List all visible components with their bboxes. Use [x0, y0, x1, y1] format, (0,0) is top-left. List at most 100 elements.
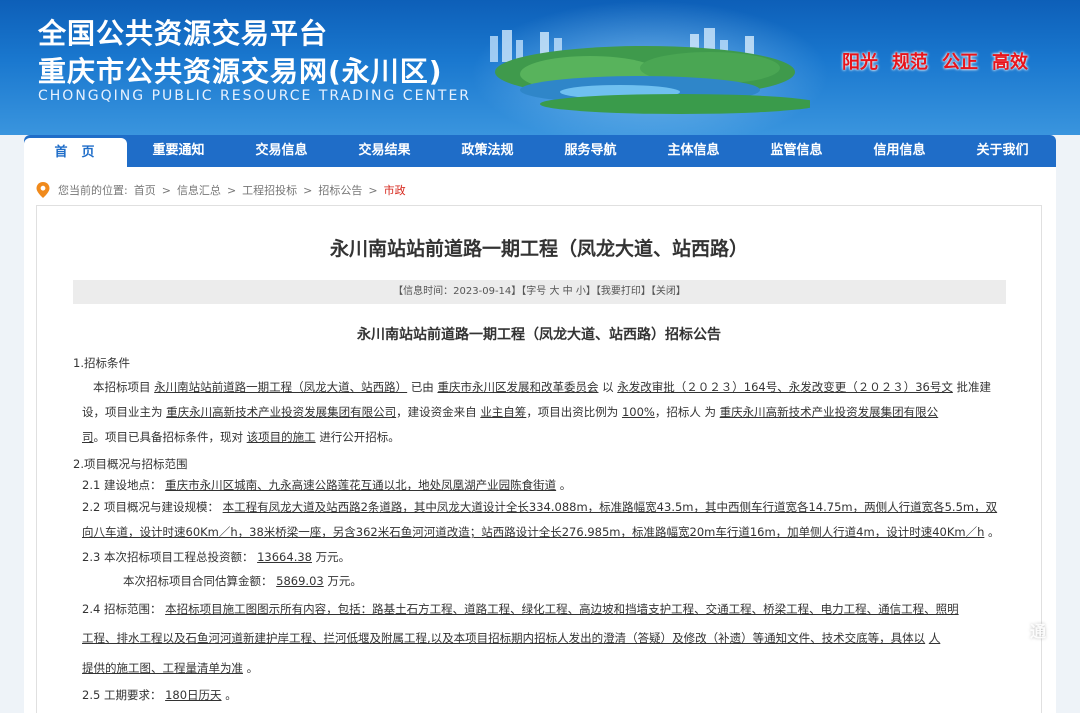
section-2-2-line-1: 2.2 项目概况与建设规模： 本工程有凤龙大道及站西路2条道路，其中凤龙大道设计… [82, 499, 997, 515]
unit: 万元。 [315, 550, 351, 564]
slogan-standard: 规范 [892, 52, 928, 73]
text: 批准建 [956, 380, 992, 394]
approval-document: 永发改审批（２０２３）164号、永发改变更（２０２３）36号文 [617, 380, 953, 394]
breadcrumb-municipal[interactable]: 市政 [384, 182, 406, 198]
location-pin-icon [36, 182, 50, 198]
project-scale-cont: 向八车道，设计时速60Km／h，38米桥梁一座，另含362米石鱼河河道改造；站西… [82, 525, 985, 539]
section-2-5: 2.5 工期要求： 180日历天 。 [82, 687, 237, 703]
breadcrumb-bid-announcement[interactable]: 招标公告 [318, 182, 362, 198]
nav-credit-info[interactable]: 信用信息 [848, 135, 951, 167]
section-1-heading: 1.招标条件 [73, 356, 130, 370]
text: 。 [988, 525, 1000, 539]
breadcrumb-engineering-bidding[interactable]: 工程招投标 [242, 182, 297, 198]
font-size-large-link[interactable]: 大 [549, 286, 559, 297]
site-subtitle-english: CHONGQING PUBLIC RESOURCE TRADING CENTER [38, 88, 472, 104]
breadcrumb-home[interactable]: 首页 [134, 182, 156, 198]
bid-scope-cont-end: 人 [928, 631, 941, 645]
text: ，招标人 [654, 405, 701, 419]
font-size-label: 【字号 [521, 286, 547, 297]
nav-home[interactable]: 首页 [24, 138, 127, 167]
text: ，建设资金来自 [396, 405, 477, 419]
label: 2.2 项目概况与建设规模： [82, 500, 219, 514]
section-1-paragraph-line-1: 本招标项目 永川南站站前道路一期工程（凤龙大道、站西路） 已由 重庆市永川区发展… [93, 379, 991, 395]
city-park-illustration [490, 28, 810, 114]
nav-service-guide[interactable]: 服务导航 [539, 135, 642, 167]
text: 为 [704, 405, 717, 419]
slogan-efficient: 高效 [992, 52, 1028, 73]
section-2-3-contract: 本次招标项目合同估算金额： 5869.03 万元。 [123, 573, 362, 589]
bid-scope-cont: 工程、排水工程以及石鱼河河道新建护岸工程、拦河低堰及附属工程,以及本项目招标期内… [82, 631, 926, 645]
text: 本招标项目 [93, 380, 151, 394]
slogan-fair: 公正 [942, 52, 978, 73]
construction-site: 重庆市永川区城南、九永高速公路莲花互通以北，地处凤凰湖产业园陈食街道 [165, 478, 557, 492]
section-2-4-line-2: 工程、排水工程以及石鱼河河道新建护岸工程、拦河低堰及附属工程,以及本项目招标期内… [82, 630, 940, 646]
nav-trade-results[interactable]: 交易结果 [333, 135, 436, 167]
close-link[interactable]: 【关闭】 [651, 286, 686, 297]
bid-scope-short: 该项目的施工 [246, 430, 316, 444]
project-scale: 本工程有凤龙大道及站西路2条道路，其中凤龙大道设计全长334.088m，标准路幅… [222, 500, 998, 514]
text: 。 [559, 478, 572, 492]
main-nav: 首页 重要通知 交易信息 交易结果 政策法规 服务导航 主体信息 监管信息 信用… [24, 135, 1056, 167]
section-2-2-line-2: 向八车道，设计时速60Km／h，38米桥梁一座，另含362米石鱼河河道改造；站西… [82, 524, 1000, 540]
text: 设，项目业主为 [82, 405, 163, 419]
tenderer-cont: 司 [82, 430, 94, 444]
slogan-sunshine: 阳光 [842, 52, 878, 73]
text: 。项目已具备招标条件，现对 [93, 430, 244, 444]
nav-important-notices[interactable]: 重要通知 [127, 135, 230, 167]
label: 2.3 本次招标项目工程总投资额： [82, 550, 254, 564]
section-2-heading: 2.项目概况与招标范围 [73, 457, 188, 471]
text: 进行公开招标。 [319, 430, 400, 444]
text: ，项目出资比例为 [526, 405, 619, 419]
site-title-primary: 全国公共资源交易平台 [38, 17, 329, 50]
info-time: 【信息时间：2023-09-14】 [393, 286, 522, 297]
text: 。 [246, 661, 259, 675]
bid-scope-cont-2: 提供的施工图、工程量清单为准 [82, 661, 243, 675]
section-1-paragraph-line-3: 司。项目已具备招标条件，现对 该项目的施工 进行公开招标。 [82, 429, 400, 445]
breadcrumb-info-summary[interactable]: 信息汇总 [177, 182, 221, 198]
breadcrumb-prefix: 您当前的位置: [58, 184, 128, 197]
nav-entity-info[interactable]: 主体信息 [642, 135, 745, 167]
tenderer: 重庆永川高新技术产业投资发展集团有限公 [719, 405, 939, 419]
label: 2.4 招标范围： [82, 602, 162, 616]
font-size-small-link[interactable]: 小】 [576, 286, 596, 297]
section-2-4-line-3: 提供的施工图、工程量清单为准 。 [82, 660, 258, 676]
section-2-1: 2.1 建设地点： 重庆市永川区城南、九永高速公路莲花互通以北，地处凤凰湖产业园… [82, 477, 571, 493]
section-2-3: 2.3 本次招标项目工程总投资额： 13664.38 万元。 [82, 549, 350, 565]
label: 2.1 建设地点： [82, 478, 162, 492]
breadcrumb-separator: > [303, 183, 313, 197]
contract-estimate: 5869.03 [276, 574, 324, 588]
slogans: 阳光 规范 公正 高效 [842, 48, 1028, 74]
font-size-medium-link[interactable]: 中 [563, 286, 573, 297]
total-investment: 13664.38 [257, 550, 312, 564]
site-title-secondary: 重庆市公共资源交易网(永川区) [38, 55, 443, 88]
article-title: 永川南站站前道路一期工程（凤龙大道、站西路） [329, 238, 748, 260]
approval-authority: 重庆市永川区发展和改革委员会 [437, 380, 599, 394]
label: 本次招标项目合同估算金额： [123, 574, 273, 588]
nav-trade-info[interactable]: 交易信息 [230, 135, 333, 167]
investment-ratio: 100% [621, 405, 655, 419]
text: 以 [602, 380, 614, 394]
text: 已由 [410, 380, 434, 394]
notice-title: 永川南站站前道路一期工程（凤龙大道、站西路）招标公告 [357, 327, 721, 343]
unit: 万元。 [327, 574, 362, 588]
print-link[interactable]: 【我要打印】 [596, 286, 651, 297]
nav-policies[interactable]: 政策法规 [436, 135, 539, 167]
breadcrumb-separator: > [161, 183, 171, 197]
nav-supervision-info[interactable]: 监管信息 [745, 135, 848, 167]
nav-about-us[interactable]: 关于我们 [951, 135, 1054, 167]
bid-scope: 本招标项目施工图图示所有内容，包括：路基土石方工程、道路工程、绿化工程、高边坡和… [165, 602, 959, 616]
label: 2.5 工期要求： [82, 688, 162, 702]
breadcrumb-separator: > [368, 183, 378, 197]
fund-source: 业主自筹 [480, 405, 527, 419]
project-name: 永川南站站前道路一期工程（凤龙大道、站西路） [154, 380, 408, 394]
construction-period: 180日历天 [165, 688, 222, 702]
breadcrumb-separator: > [226, 183, 237, 197]
breadcrumb: 您当前的位置: 首页 > 信息汇总 > 工程招投标 > 招标公告 > 市政 [36, 181, 412, 199]
section-2-4-line-1: 2.4 招标范围： 本招标项目施工图图示所有内容，包括：路基土石方工程、道路工程… [82, 601, 959, 617]
section-1-paragraph-line-2: 设，项目业主为 重庆永川高新技术产业投资发展集团有限公司，建设资金来自 业主自筹… [82, 404, 938, 420]
text: 。 [225, 688, 237, 702]
project-owner: 重庆永川高新技术产业投资发展集团有限公司 [166, 405, 397, 419]
watermark-text: 通 [1030, 622, 1047, 641]
site-banner: 全国公共资源交易平台 重庆市公共资源交易网(永川区) CHONGQING PUB… [0, 0, 1080, 135]
article-meta-bar: 【信息时间：2023-09-14】【字号 大 中 小】【我要打印】【关闭】 [73, 280, 1006, 304]
